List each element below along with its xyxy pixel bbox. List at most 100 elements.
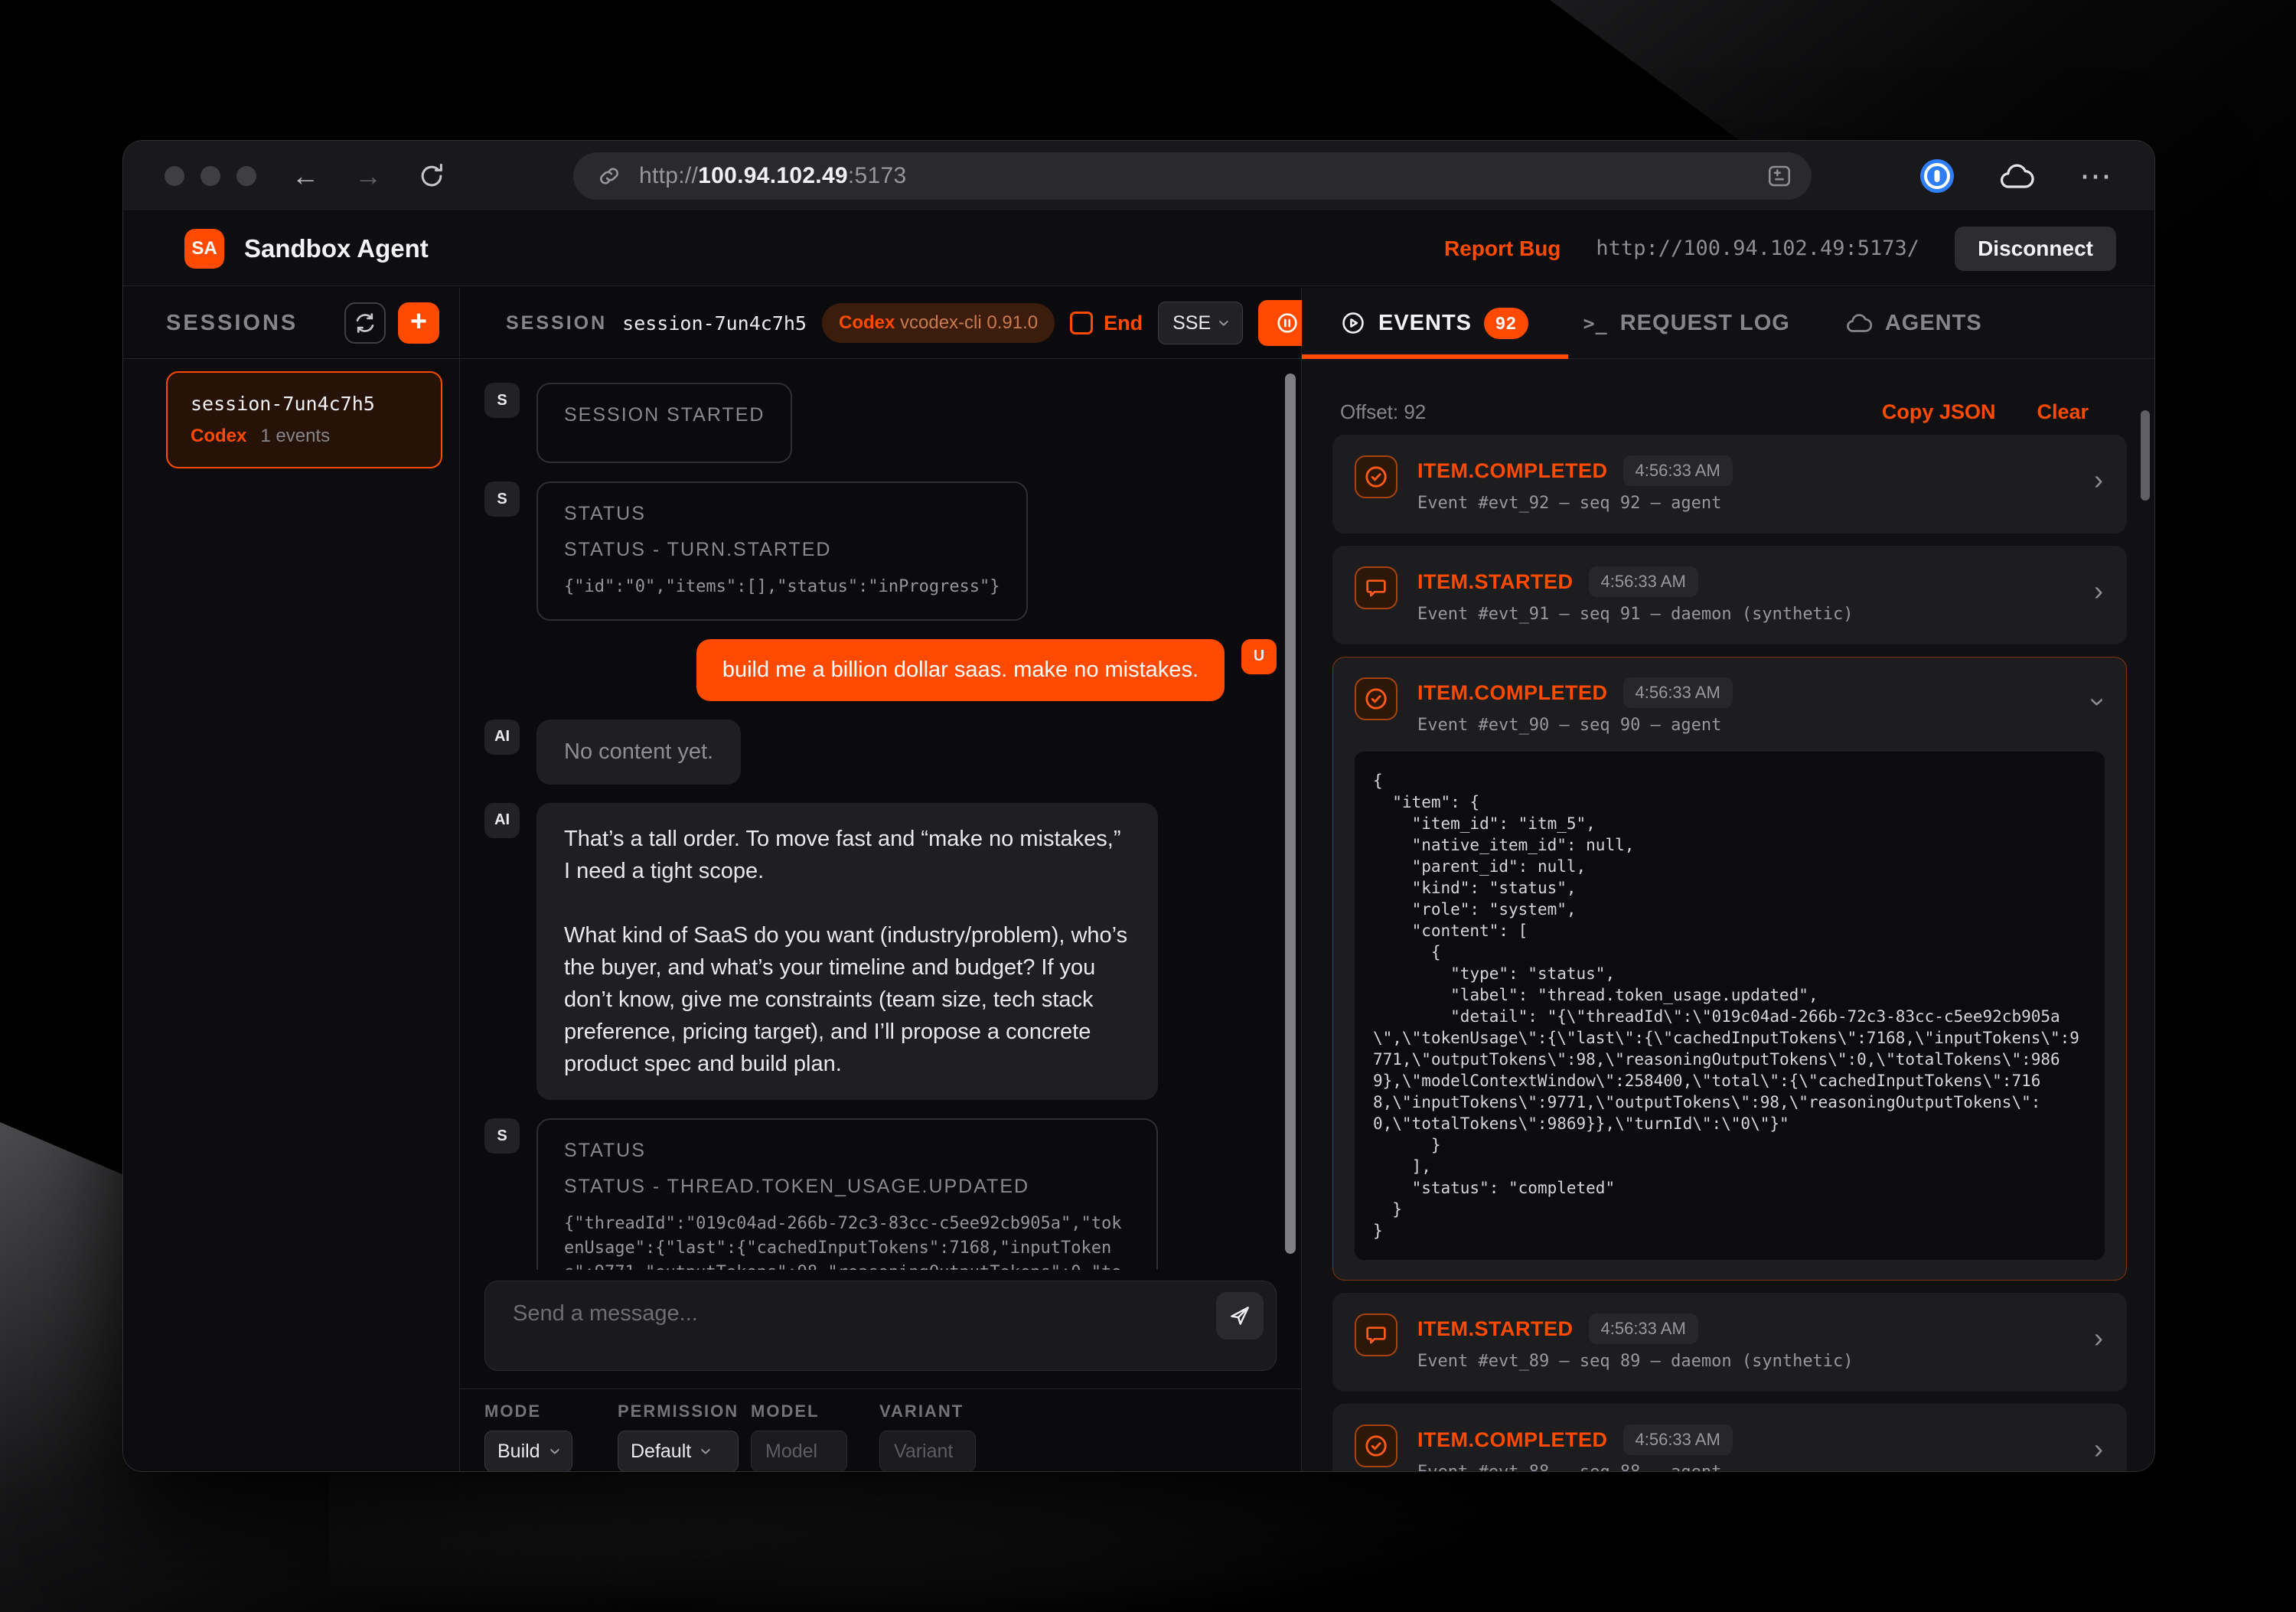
window-controls — [165, 166, 256, 186]
send-icon — [1228, 1304, 1252, 1328]
transport-select[interactable]: SSE › — [1158, 302, 1243, 344]
events-list: Offset: 92 Copy JSON Clear ITEM. — [1302, 360, 2154, 1471]
chevron-right-icon: › — [2094, 577, 2103, 605]
event-time: 4:56:33 AM — [1623, 1424, 1733, 1455]
session-agent-label: Codex — [191, 426, 246, 447]
assistant-paragraph: That’s a tall order. To move fast and “m… — [564, 823, 1130, 887]
page-actions-icon[interactable] — [1766, 162, 1793, 190]
events-panel: EVENTS 92 >_ REQUEST LOG AGENTS — [1302, 288, 2154, 1471]
report-bug-link[interactable]: Report Bug — [1444, 237, 1561, 261]
chat-scrollbar[interactable] — [1285, 374, 1296, 1254]
model-input[interactable] — [752, 1441, 846, 1463]
session-list-item[interactable]: session-7un4c7h5 Codex 1 events — [166, 371, 442, 468]
reload-icon[interactable] — [417, 162, 446, 191]
url-bar[interactable]: http://100.94.102.49:5173 — [573, 152, 1812, 200]
app-header: SA Sandbox Agent Report Bug http://100.9… — [123, 211, 2154, 286]
user-avatar: U — [1241, 639, 1277, 674]
browser-window: ← → http://100.94.102.49:5173 — [122, 140, 2155, 1472]
message-square-icon — [1355, 566, 1397, 609]
password-manager-icon[interactable] — [1920, 159, 1954, 193]
status-subtitle: STATUS - TURN.STARTED — [564, 539, 1000, 561]
event-time: 4:56:33 AM — [1623, 677, 1733, 708]
status-title: STATUS — [564, 503, 1000, 525]
variant-label: VARIANT — [879, 1402, 976, 1421]
disconnect-button[interactable]: Disconnect — [1955, 227, 2116, 271]
event-card[interactable]: ITEM.COMPLETED 4:56:33 AM Event #evt_88 … — [1332, 1404, 2127, 1471]
event-time: 4:56:33 AM — [1623, 455, 1733, 486]
clear-button[interactable]: Clear — [2037, 400, 2089, 424]
status-json: {"threadId":"019c04ad-266b-72c3-83cc-c5e… — [564, 1212, 1130, 1270]
tab-events[interactable]: EVENTS 92 — [1340, 308, 1528, 339]
status-title: STATUS — [564, 1140, 1130, 1162]
message-input[interactable] — [485, 1281, 1276, 1370]
system-avatar: S — [484, 1118, 520, 1154]
active-tab-underline — [1302, 354, 1568, 359]
end-checkbox[interactable] — [1070, 312, 1093, 334]
forward-icon[interactable]: → — [354, 162, 382, 190]
tab-request-log[interactable]: >_ REQUEST LOG — [1583, 311, 1790, 336]
browser-chrome: ← → http://100.94.102.49:5173 — [123, 141, 2154, 211]
new-session-button[interactable]: + — [398, 302, 439, 344]
chevron-right-icon: › — [2094, 1435, 2103, 1463]
end-label[interactable]: End — [1104, 312, 1143, 335]
user-message: build me a billion dollar saas. make no … — [484, 639, 1277, 701]
event-time: 4:56:33 AM — [1589, 566, 1698, 597]
play-circle-icon — [1340, 310, 1366, 336]
more-menu-icon[interactable]: ⋯ — [2079, 170, 2113, 183]
assistant-message: AI No content yet. — [484, 720, 1277, 785]
pause-circle-icon — [1275, 311, 1300, 335]
cloud-icon — [1845, 312, 1873, 334]
session-options-bar: MODE Build › PERMISSION Default › — [460, 1388, 1301, 1471]
refresh-sessions-button[interactable] — [344, 302, 386, 344]
copy-json-button[interactable]: Copy JSON — [1882, 400, 1996, 424]
events-scrollbar[interactable] — [2141, 410, 2150, 501]
refresh-icon — [353, 311, 377, 335]
back-icon[interactable]: ← — [292, 162, 319, 190]
message-list: S SESSION STARTED S STATUS STATUS - TURN… — [460, 360, 1301, 1270]
event-card[interactable]: ITEM.COMPLETED 4:56:33 AM Event #evt_92 … — [1332, 435, 2127, 534]
minimize-window-icon[interactable] — [201, 166, 220, 186]
agent-version-badge: Codex vcodex-cli 0.91.0 — [822, 303, 1055, 343]
mode-select[interactable]: Build › — [484, 1431, 572, 1472]
message-square-icon — [1355, 1313, 1397, 1356]
check-circle-icon — [1355, 455, 1397, 498]
event-summary: Event #evt_89 — seq 89 — daemon (synthet… — [1417, 1352, 2105, 1371]
check-circle-icon — [1355, 1424, 1397, 1467]
tab-agents[interactable]: AGENTS — [1845, 311, 1982, 336]
event-summary: Event #evt_90 — seq 90 — agent — [1417, 716, 2105, 735]
permission-select[interactable]: Default › — [618, 1431, 739, 1472]
chevron-down-icon: › — [545, 1447, 566, 1454]
maximize-window-icon[interactable] — [236, 166, 256, 186]
chevron-down-icon: › — [1215, 319, 1236, 326]
mode-label: MODE — [484, 1402, 572, 1421]
check-circle-icon — [1355, 677, 1397, 720]
offset-label: Offset: 92 — [1340, 400, 1426, 424]
event-card[interactable]: ITEM.STARTED 4:56:33 AM Event #evt_89 — … — [1332, 1293, 2127, 1392]
system-message: S STATUS STATUS - THREAD.TOKEN_USAGE.UPD… — [484, 1118, 1277, 1270]
variant-input[interactable] — [880, 1441, 975, 1463]
event-card-expanded[interactable]: ITEM.COMPLETED 4:56:33 AM Event #evt_90 … — [1332, 657, 2127, 1281]
system-avatar: S — [484, 481, 520, 517]
session-header: SESSION session-7un4c7h5 Codex vcodex-cl… — [460, 288, 1301, 359]
system-avatar: S — [484, 383, 520, 418]
event-type: ITEM.STARTED — [1417, 1317, 1574, 1341]
url-text: http://100.94.102.49:5173 — [639, 163, 907, 189]
session-event-count: 1 events — [260, 426, 330, 447]
chevron-right-icon: › — [2094, 1324, 2103, 1352]
browser-toolbar-right: ⋯ — [1920, 141, 2113, 211]
close-window-icon[interactable] — [165, 166, 184, 186]
send-button[interactable] — [1216, 1292, 1264, 1340]
chevron-right-icon: › — [2094, 466, 2103, 494]
event-payload-json: { "item": { "item_id": "itm_5", "native_… — [1355, 752, 2105, 1260]
session-started-label: SESSION STARTED — [564, 404, 765, 426]
chevron-down-icon: › — [2085, 697, 2112, 706]
cloud-icon[interactable] — [1998, 162, 2035, 190]
assistant-paragraph: What kind of SaaS do you want (industry/… — [564, 919, 1130, 1080]
assistant-avatar: AI — [484, 720, 520, 755]
plus-icon: + — [410, 305, 427, 338]
event-time: 4:56:33 AM — [1589, 1313, 1698, 1344]
empty-content-label: No content yet. — [564, 739, 713, 764]
event-card[interactable]: ITEM.STARTED 4:56:33 AM Event #evt_91 — … — [1332, 546, 2127, 644]
event-type: ITEM.COMPLETED — [1417, 681, 1608, 705]
sessions-title: SESSIONS — [166, 311, 298, 336]
